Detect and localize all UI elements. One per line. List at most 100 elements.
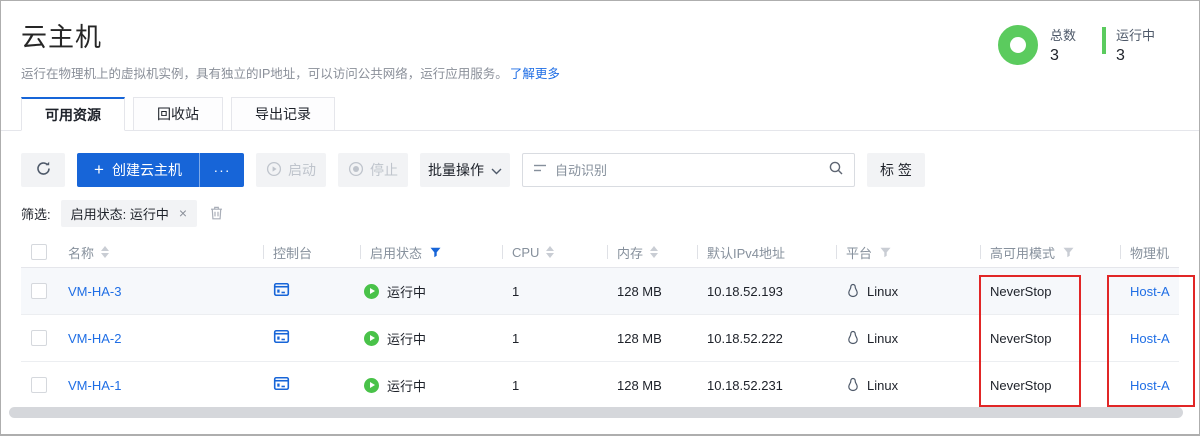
tag-button[interactable]: 标 签	[867, 153, 925, 187]
cpu-cell: 1	[502, 315, 607, 361]
select-all-cell	[21, 237, 61, 267]
platform-cell: Linux	[836, 268, 980, 314]
filter-funnel-icon[interactable]	[880, 247, 891, 258]
vm-name-link[interactable]: VM-HA-1	[68, 378, 121, 393]
header-name[interactable]: 名称	[61, 237, 263, 267]
table-header-row: 名称 控制台 启用状态 CPU 内存 默认IPv4地址 平台 高可	[21, 237, 1179, 268]
physical-host-cell: Host-A	[1120, 268, 1179, 314]
search-box	[522, 153, 855, 187]
stat-total-value: 3	[1050, 47, 1076, 65]
header-platform[interactable]: 平台	[836, 237, 980, 267]
header-console-label: 控制台	[273, 243, 312, 262]
tab-bar: 可用资源 回收站 导出记录	[1, 97, 1199, 131]
vm-name-link[interactable]: VM-HA-3	[68, 284, 121, 299]
header-ha-mode[interactable]: 高可用模式	[980, 237, 1120, 267]
table-row: VM-HA-1 运行中 1 128 MB 10.18.52.231 Linux …	[21, 362, 1179, 409]
filter-funnel-icon[interactable]	[1063, 247, 1074, 258]
create-vm-label: 创建云主机	[112, 160, 182, 180]
sort-icon[interactable]	[650, 246, 658, 258]
tab-recycle-bin[interactable]: 回收站	[133, 97, 223, 131]
filter-chip-status-running[interactable]: 启用状态: 运行中 ×	[61, 200, 197, 227]
filter-lines-icon	[533, 161, 547, 179]
chip-close-icon[interactable]: ×	[179, 206, 187, 220]
physical-host-link[interactable]: Host-A	[1130, 331, 1170, 346]
row-checkbox[interactable]	[31, 330, 47, 346]
stat-running-label: 运行中	[1116, 25, 1155, 44]
status-running-icon	[364, 284, 379, 299]
linux-penguin-icon	[846, 330, 860, 346]
chevron-down-icon	[484, 162, 502, 178]
console-terminal-icon[interactable]	[273, 281, 290, 301]
create-vm-button[interactable]: + 创建云主机	[77, 153, 199, 187]
running-bar	[1102, 27, 1106, 54]
row-checkbox[interactable]	[31, 283, 47, 299]
ipv4-cell: 10.18.52.193	[697, 268, 836, 314]
status-cell: 运行中	[360, 315, 502, 361]
header-cpu[interactable]: CPU	[502, 237, 607, 267]
header-physical-host-label: 物理机	[1130, 243, 1169, 262]
filter-label: 筛选:	[21, 204, 51, 223]
status-label: 运行中	[387, 282, 426, 301]
ipv4-cell: 10.18.52.222	[697, 315, 836, 361]
header-ipv4: 默认IPv4地址	[697, 237, 836, 267]
stat-total-label: 总数	[1050, 25, 1076, 44]
platform-label: Linux	[867, 378, 898, 393]
physical-host-link[interactable]: Host-A	[1130, 284, 1170, 299]
select-all-checkbox[interactable]	[31, 244, 47, 260]
more-actions-button[interactable]: ···	[199, 153, 244, 187]
stats-summary: 总数 3 运行中 3	[998, 25, 1181, 65]
header-memory[interactable]: 内存	[607, 237, 697, 267]
stat-total: 总数 3	[1050, 25, 1076, 65]
row-select-cell	[21, 268, 61, 314]
sort-icon[interactable]	[546, 246, 554, 258]
vm-name-link[interactable]: VM-HA-2	[68, 331, 121, 346]
platform-label: Linux	[867, 284, 898, 299]
learn-more-link[interactable]: 了解更多	[510, 67, 560, 81]
stat-running-value: 3	[1116, 47, 1155, 65]
ha-mode-cell: NeverStop	[980, 362, 1120, 408]
ipv4-cell: 10.18.52.231	[697, 362, 836, 408]
status-cell: 运行中	[360, 268, 502, 314]
vm-name-cell: VM-HA-2	[61, 315, 263, 361]
physical-host-cell: Host-A	[1120, 315, 1179, 361]
physical-host-link[interactable]: Host-A	[1130, 378, 1170, 393]
vm-name-cell: VM-HA-3	[61, 268, 263, 314]
horizontal-scrollbar[interactable]	[9, 407, 1183, 418]
refresh-button[interactable]	[21, 153, 65, 187]
page-subtitle: 运行在物理机上的虚拟机实例，具有独立的IP地址，可以访问公共网络，运行应用服务。…	[21, 63, 1179, 82]
tab-available-resources[interactable]: 可用资源	[21, 97, 125, 131]
physical-host-cell: Host-A	[1120, 362, 1179, 408]
header-status[interactable]: 启用状态	[360, 237, 502, 267]
stop-button[interactable]: 停止	[338, 153, 408, 187]
status-label: 运行中	[387, 376, 426, 395]
memory-cell: 128 MB	[607, 268, 697, 314]
header-status-label: 启用状态	[370, 243, 422, 262]
row-checkbox[interactable]	[31, 377, 47, 393]
status-running-icon	[364, 378, 379, 393]
header-cpu-label: CPU	[512, 245, 539, 260]
table-row: VM-HA-3 运行中 1 128 MB 10.18.52.193 Linux …	[21, 268, 1179, 315]
refresh-icon	[35, 160, 52, 180]
stat-running: 运行中 3	[1116, 25, 1155, 65]
header-name-label: 名称	[68, 243, 94, 262]
console-cell	[263, 362, 360, 408]
table-row: VM-HA-2 运行中 1 128 MB 10.18.52.222 Linux …	[21, 315, 1179, 362]
platform-cell: Linux	[836, 362, 980, 408]
header-memory-label: 内存	[617, 243, 643, 262]
search-icon[interactable]	[828, 160, 844, 181]
cpu-cell: 1	[502, 362, 607, 408]
console-terminal-icon[interactable]	[273, 375, 290, 395]
status-running-icon	[364, 331, 379, 346]
filter-funnel-icon-active[interactable]	[430, 247, 441, 258]
platform-label: Linux	[867, 331, 898, 346]
start-button[interactable]: 启动	[256, 153, 326, 187]
ha-mode-cell: NeverStop	[980, 268, 1120, 314]
batch-actions-button[interactable]: 批量操作	[420, 153, 510, 187]
sort-icon[interactable]	[101, 246, 109, 258]
console-terminal-icon[interactable]	[273, 328, 290, 348]
memory-cell: 128 MB	[607, 362, 697, 408]
clear-filters-trash-icon[interactable]	[209, 205, 224, 221]
search-input[interactable]	[555, 163, 828, 178]
tab-export-records[interactable]: 导出记录	[231, 97, 335, 131]
console-cell	[263, 315, 360, 361]
